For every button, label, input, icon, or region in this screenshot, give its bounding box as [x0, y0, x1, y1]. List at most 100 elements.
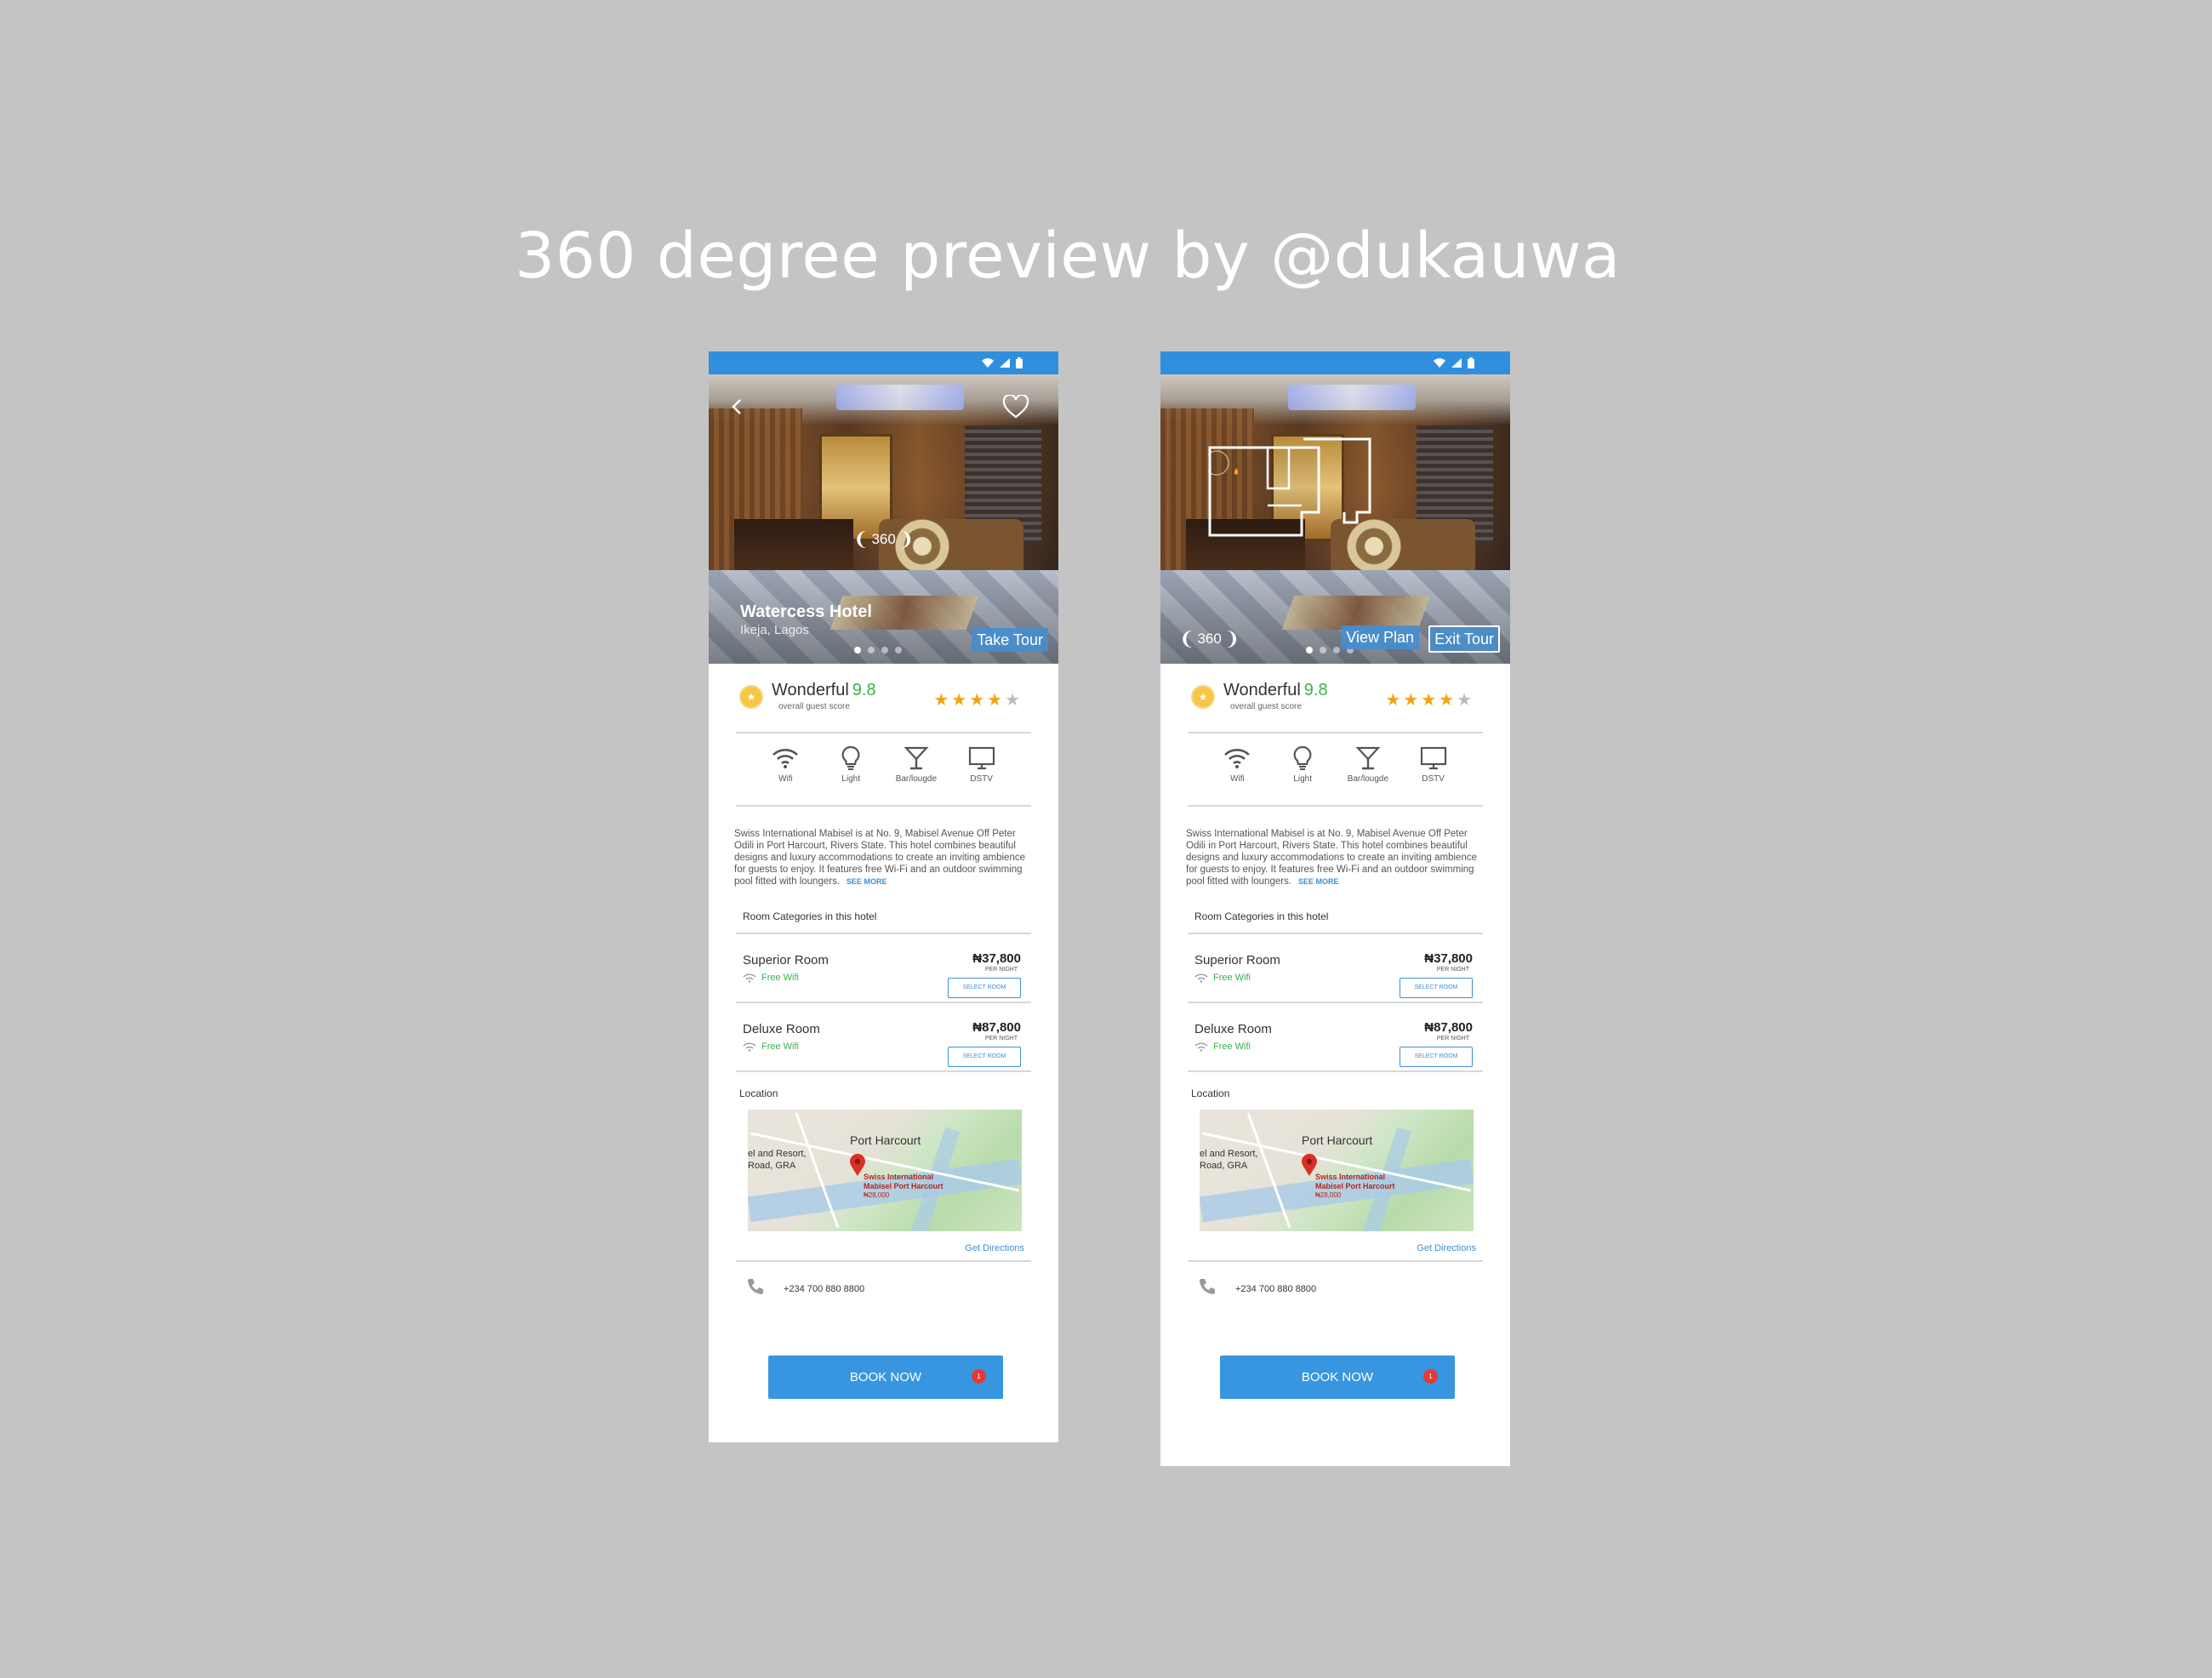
star-icon: ★: [1005, 691, 1023, 710]
see-more-link[interactable]: SEE MORE: [847, 877, 887, 886]
room-wifi: Free Wifi: [743, 973, 799, 983]
score-word: Wonderful: [772, 681, 849, 699]
wifi-icon: [1224, 749, 1251, 768]
amenity-tv: DSTV: [1404, 733, 1463, 805]
room-card: Deluxe Room Free Wifi ₦87,800 PER NIGHT …: [736, 1003, 1031, 1072]
book-now-button[interactable]: BOOK NOW 1: [768, 1356, 1003, 1399]
amenities: Wifi Light Bar/lougde DSTV: [1188, 733, 1483, 807]
map-hotel-label: Swiss International Mabisel Port Harcourt: [1315, 1173, 1395, 1190]
phone-icon: [748, 1279, 763, 1294]
view-plan-button[interactable]: View Plan: [1341, 625, 1419, 649]
guest-score: ★ Wonderful 9.8 overall guest score ★★★★★: [1188, 664, 1483, 733]
360-badge[interactable]: ❨ 360 ❩: [853, 530, 914, 549]
contact-phone[interactable]: +234 700 880 8800: [1184, 1262, 1486, 1313]
room-card: Superior Room Free Wifi ₦37,800 PER NIGH…: [1188, 934, 1483, 1003]
carousel-dots[interactable]: [854, 647, 902, 654]
per-night-label: PER NIGHT: [984, 1036, 1018, 1042]
hotel-name: Watercess Hotel: [740, 602, 872, 621]
book-now-button[interactable]: BOOK NOW 1: [1220, 1356, 1455, 1399]
rooms-heading: Room Categories in this hotel: [1188, 902, 1483, 934]
hotel-description: Swiss International Mabisel is at No. 9,…: [1186, 829, 1477, 887]
bulb-icon: [841, 745, 860, 770]
cart-count-badge: 1: [972, 1369, 986, 1384]
map-hotel-price: ₦28,000: [864, 1191, 890, 1199]
wifi-status-icon: [982, 358, 994, 368]
wifi-icon: [1194, 973, 1208, 983]
map-hotel-price: ₦28,000: [1315, 1191, 1342, 1199]
phone-screen-tour: ❨ 360 ❩ View Plan Exit Tour ★ Wonderful 9.8…: [1160, 351, 1510, 1466]
select-room-button[interactable]: SELECT ROOM: [1400, 978, 1473, 998]
star-icon: ★: [933, 691, 952, 710]
room-name: Deluxe Room: [1194, 1022, 1272, 1036]
location-heading: Location: [1191, 1087, 1230, 1099]
map-city-label: Port Harcourt: [1302, 1133, 1373, 1147]
amenity-bar: Bar/lougde: [1338, 733, 1398, 805]
get-directions-link[interactable]: Get Directions: [736, 1231, 1031, 1262]
hotel-photo-360[interactable]: ❨ 360 ❩ View Plan Exit Tour: [1160, 374, 1510, 664]
amenity-wifi: Wifi: [1207, 733, 1267, 805]
amenity-light: Light: [821, 733, 881, 805]
amenity-tv: DSTV: [952, 733, 1012, 805]
wifi-status-icon: [1434, 358, 1445, 368]
phone-screen-default: ❨ 360 ❩ Watercess Hotel Ikeja, Lagos Take …: [709, 351, 1058, 1442]
room-card: Deluxe Room Free Wifi ₦87,800 PER NIGHT …: [1188, 1003, 1483, 1072]
wifi-icon: [743, 973, 756, 983]
guest-score: ★ Wonderful 9.8 overall guest score ★★★★★: [736, 664, 1031, 733]
heart-icon[interactable]: [1002, 395, 1029, 419]
cocktail-icon: [1355, 746, 1381, 770]
contact-phone[interactable]: +234 700 880 8800: [733, 1262, 1035, 1313]
tv-icon: [968, 746, 995, 770]
carousel-dot[interactable]: [868, 647, 875, 654]
carousel-dot[interactable]: [1320, 647, 1326, 654]
room-name: Deluxe Room: [743, 1022, 820, 1036]
score-caption: overall guest score: [1230, 702, 1302, 711]
signal-icon: [1451, 358, 1462, 368]
exit-tour-button[interactable]: Exit Tour: [1428, 625, 1500, 653]
wifi-icon: [772, 749, 799, 768]
star-rating: ★★★★★: [933, 689, 1023, 711]
map-hotel-label: Swiss International Mabisel Port Harcourt: [864, 1173, 944, 1190]
room-card: Superior Room Free Wifi ₦37,800 PER NIGH…: [736, 934, 1031, 1003]
room-name: Superior Room: [743, 953, 829, 967]
carousel-dot[interactable]: [1333, 647, 1340, 654]
per-night-label: PER NIGHT: [1436, 1036, 1469, 1042]
select-room-button[interactable]: SELECT ROOM: [948, 1047, 1021, 1067]
score-word: Wonderful: [1223, 681, 1301, 699]
hotel-photo[interactable]: ❨ 360 ❩ Watercess Hotel Ikeja, Lagos Take …: [709, 374, 1058, 664]
medal-icon: ★: [739, 685, 763, 709]
phone-icon: [1200, 1279, 1215, 1294]
star-rating: ★★★★★: [1385, 689, 1474, 711]
room-name: Superior Room: [1194, 953, 1280, 967]
star-icon: ★: [1385, 691, 1404, 710]
360-badge[interactable]: ❨ 360 ❩: [1179, 630, 1240, 648]
map-area-label: el and Resort, Road, GRA: [748, 1149, 807, 1171]
battery-icon: [1468, 357, 1474, 368]
location-map[interactable]: Port Harcourt el and Resort, Road, GRA Sw…: [748, 1110, 1022, 1231]
take-tour-button[interactable]: Take Tour: [972, 628, 1048, 652]
star-icon: ★: [1403, 691, 1422, 710]
hotel-description: Swiss International Mabisel is at No. 9,…: [734, 829, 1025, 887]
carousel-dot[interactable]: [895, 647, 902, 654]
per-night-label: PER NIGHT: [1436, 967, 1469, 973]
see-more-link[interactable]: SEE MORE: [1298, 877, 1339, 886]
map-city-label: Port Harcourt: [850, 1133, 921, 1147]
signal-icon: [1000, 358, 1010, 368]
hotel-location: Ikeja, Lagos: [740, 623, 809, 637]
carousel-dot[interactable]: [854, 647, 861, 654]
carousel-dot[interactable]: [881, 647, 888, 654]
tv-icon: [1420, 746, 1446, 770]
room-wifi: Free Wifi: [743, 1042, 799, 1052]
get-directions-link[interactable]: Get Directions: [1188, 1231, 1483, 1262]
wifi-icon: [1194, 1042, 1208, 1052]
select-room-button[interactable]: SELECT ROOM: [948, 978, 1021, 998]
location-map[interactable]: Port Harcourt el and Resort, Road, GRA Sw…: [1200, 1110, 1474, 1231]
star-icon: ★: [951, 691, 970, 710]
star-icon: ★: [987, 691, 1006, 710]
floor-plan-overlay[interactable]: [1208, 437, 1378, 544]
back-arrow-icon[interactable]: [727, 397, 748, 417]
carousel-dot[interactable]: [1306, 647, 1313, 654]
amenity-light: Light: [1273, 733, 1332, 805]
medal-icon: ★: [1191, 685, 1215, 709]
room-wifi: Free Wifi: [1194, 1042, 1251, 1052]
select-room-button[interactable]: SELECT ROOM: [1400, 1047, 1473, 1067]
